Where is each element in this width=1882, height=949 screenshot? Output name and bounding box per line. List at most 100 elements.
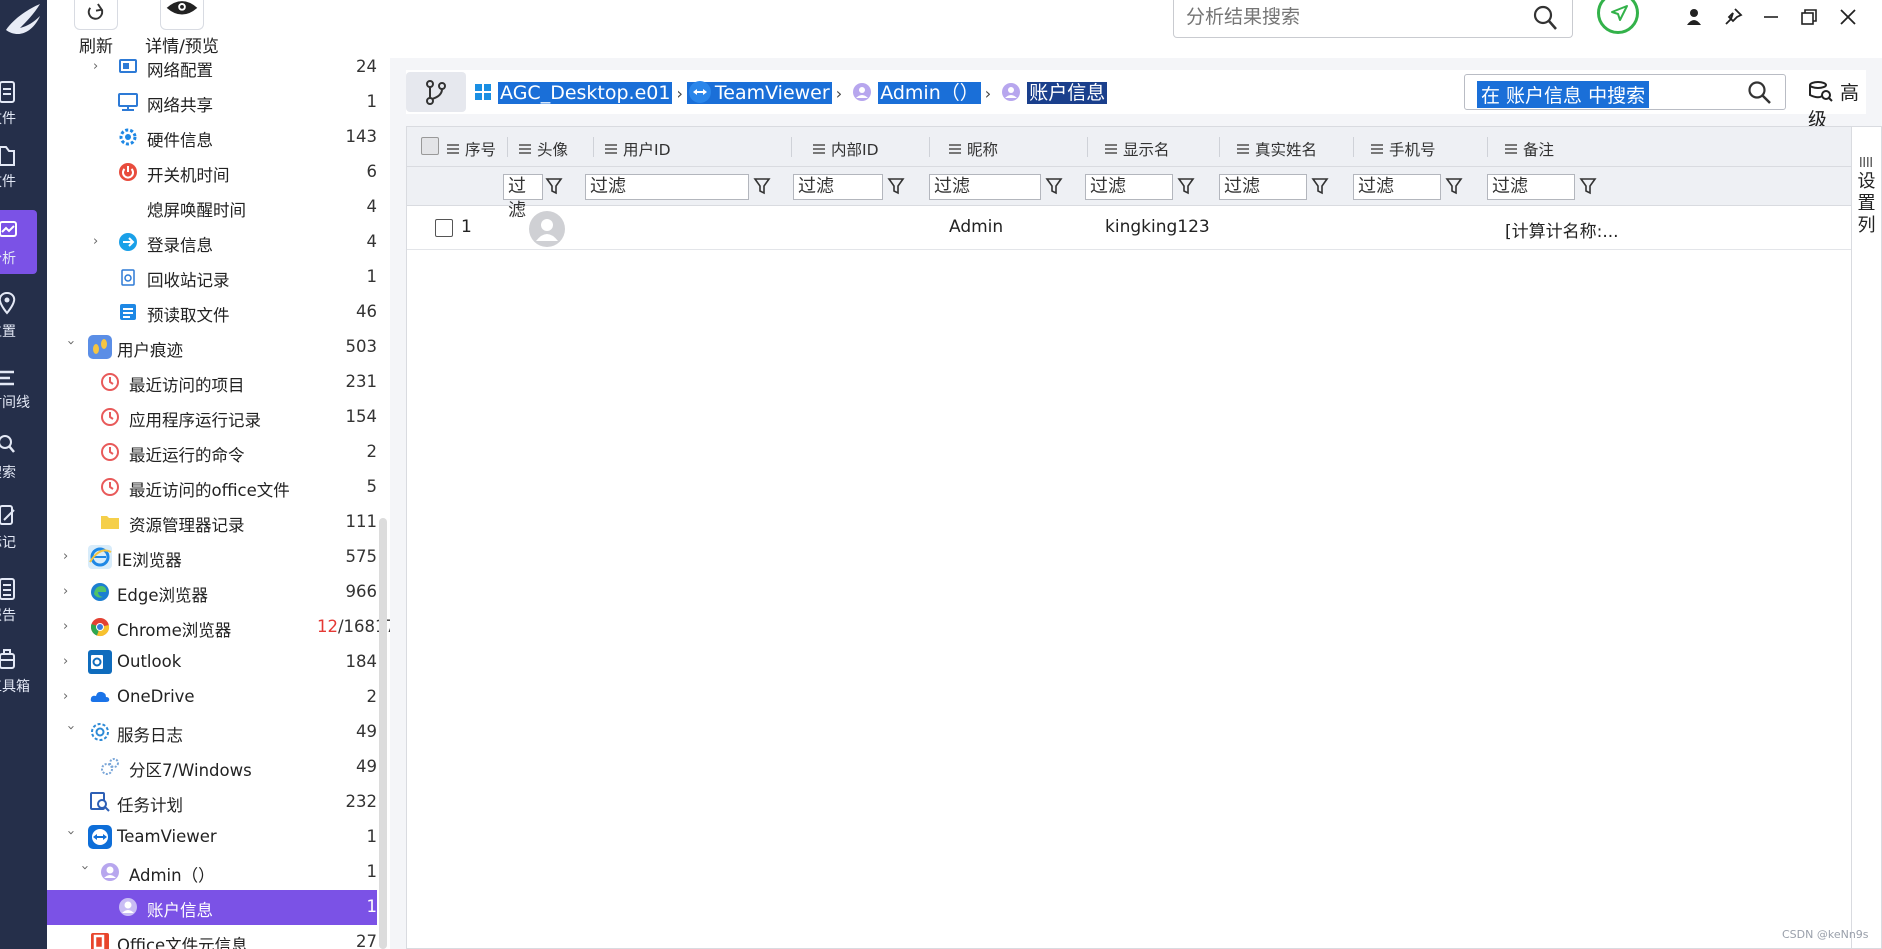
column-header-phone[interactable]: 手机号 — [1371, 138, 1436, 160]
column-separator[interactable] — [1353, 137, 1354, 157]
column-header-internal-id[interactable]: 内部ID — [813, 138, 879, 160]
filter-icon[interactable] — [887, 176, 905, 196]
tree-item-scheduled-tasks[interactable]: 任务计划 232 — [47, 785, 377, 820]
tree-item-service-log[interactable]: › 服务日志 49 — [47, 715, 377, 750]
tree-item-network-share[interactable]: 网络共享 1 — [47, 85, 377, 120]
chevron-right-icon[interactable]: › — [63, 689, 77, 705]
column-separator[interactable] — [1087, 137, 1088, 157]
chevron-down-icon[interactable]: › — [62, 340, 78, 354]
restore-icon[interactable] — [1798, 6, 1820, 28]
rail-item-timeline[interactable]: 时间线 — [0, 354, 47, 418]
tree-item-teamviewer[interactable]: › TeamViewer 1 — [47, 820, 377, 855]
tree-item-onedrive[interactable]: › OneDrive 2 — [47, 680, 377, 715]
filter-input-note[interactable]: 过滤 — [1487, 174, 1575, 200]
branch-view-button[interactable] — [406, 72, 466, 112]
pin-icon[interactable] — [1722, 6, 1744, 28]
analysis-search-input[interactable] — [1186, 2, 1516, 32]
rail-item-analysis[interactable]: 分析 — [0, 210, 37, 274]
breadcrumb-item-admin[interactable]: Admin（） — [878, 82, 981, 104]
filter-icon[interactable] — [1445, 176, 1463, 196]
breadcrumb-item-teamviewer[interactable]: TeamViewer — [712, 82, 832, 104]
column-separator[interactable] — [791, 137, 792, 157]
filter-icon[interactable] — [1177, 176, 1195, 196]
column-header-user-id[interactable]: 用户ID — [605, 138, 671, 160]
column-separator[interactable] — [593, 137, 594, 157]
tree-item-recent-office[interactable]: 最近访问的office文件 5 — [47, 470, 377, 505]
tree-item-app-run[interactable]: 应用程序运行记录 154 — [47, 400, 377, 435]
filter-icon[interactable] — [1045, 176, 1063, 196]
row-checkbox[interactable] — [435, 219, 453, 237]
search-icon[interactable] — [1747, 80, 1773, 106]
column-header-avatar[interactable]: 头像 — [519, 138, 568, 160]
chevron-right-icon[interactable]: › — [93, 59, 107, 75]
rail-item-report[interactable]: 报告 — [0, 567, 47, 631]
filter-icon[interactable] — [753, 176, 771, 196]
chevron-right-icon[interactable]: › — [63, 584, 77, 600]
filter-input-internal-id[interactable]: 过滤 — [793, 174, 883, 200]
tree-item-account-info[interactable]: 账户信息 1 — [47, 890, 377, 925]
filter-icon[interactable] — [1311, 176, 1329, 196]
column-header-real-name[interactable]: 真实姓名 — [1237, 138, 1317, 160]
chevron-down-icon[interactable]: › — [62, 830, 78, 844]
filter-input-phone[interactable]: 过滤 — [1353, 174, 1441, 200]
tree-item-partition-windows[interactable]: 分区7/Windows 49 — [47, 750, 377, 785]
column-header-note[interactable]: 备注 — [1505, 138, 1554, 160]
breadcrumb-item-image[interactable]: AGC_Desktop.e01 — [498, 82, 673, 104]
chevron-right-icon[interactable]: › — [63, 549, 77, 565]
column-separator[interactable] — [929, 137, 930, 157]
chevron-down-icon[interactable]: › — [62, 725, 78, 739]
tree-item-screen-wake[interactable]: 熄屏唤醒时间 4 — [47, 190, 377, 225]
tree-item-user-traces[interactable]: › 用户痕迹 503 — [47, 330, 377, 365]
refresh-button[interactable]: 刷新 — [71, 0, 121, 57]
rail-item-search[interactable]: 搜索 — [0, 424, 47, 488]
column-separator[interactable] — [507, 137, 508, 157]
tree-item-login-info[interactable]: › 登录信息 4 — [47, 225, 377, 260]
user-account-icon[interactable] — [1683, 6, 1705, 28]
advanced-search-button[interactable]: 高级 — [1808, 78, 1866, 132]
tree-item-recent-commands[interactable]: 最近运行的命令 2 — [47, 435, 377, 470]
filter-icon[interactable] — [1579, 176, 1597, 196]
minimize-icon[interactable] — [1760, 6, 1782, 28]
tree-item-outlook[interactable]: › Outlook 184 — [47, 645, 377, 680]
rail-item-toolbox[interactable]: 工具箱 — [0, 638, 47, 702]
chevron-right-icon[interactable]: › — [93, 234, 107, 250]
tree-item-office-meta[interactable]: Office文件元信息 27 — [47, 925, 377, 949]
rail-item-file-2[interactable]: 文件 — [0, 133, 47, 197]
filter-input-user-id[interactable]: 过滤 — [585, 174, 749, 200]
tree-item-power-time[interactable]: 开关机时间 6 — [47, 155, 377, 190]
tree-item-explorer-records[interactable]: 资源管理器记录 111 — [47, 505, 377, 540]
tree-scrollbar[interactable] — [379, 518, 387, 949]
column-header-nickname[interactable]: 昵称 — [949, 138, 998, 160]
filter-input-avatar[interactable]: 过滤 — [503, 174, 543, 221]
tree-item-admin[interactable]: › Admin（） 1 — [47, 855, 377, 890]
tree-item-recent-items[interactable]: 最近访问的项目 231 — [47, 365, 377, 400]
set-columns-button[interactable]: 设 置 列 — [1852, 126, 1882, 949]
filter-input-nickname[interactable]: 过滤 — [929, 174, 1041, 200]
column-separator[interactable] — [1487, 137, 1488, 157]
tree-item-prefetch[interactable]: 预读取文件 46 — [47, 295, 377, 330]
column-header-index[interactable]: 序号 — [447, 138, 496, 160]
tree-item-recycle-bin[interactable]: 回收站记录 1 — [47, 260, 377, 295]
search-icon[interactable] — [1532, 4, 1558, 32]
table-search-input[interactable]: 在 账户信息 中搜索 — [1477, 81, 1650, 108]
rail-item-bookmark[interactable]: 标记 — [0, 494, 47, 558]
tree-item-network-config[interactable]: › 网络配置 24 — [47, 50, 377, 85]
chevron-right-icon[interactable]: › — [63, 619, 77, 635]
tree-item-hardware-info[interactable]: 硬件信息 143 — [47, 120, 377, 155]
tree-item-chrome-browser[interactable]: › Chrome浏览器 12/16817 — [47, 610, 396, 645]
preview-button[interactable]: 详情/预览 — [137, 0, 227, 57]
filter-input-real-name[interactable]: 过滤 — [1219, 174, 1307, 200]
rail-item-location[interactable]: 位置 — [0, 283, 47, 347]
table-search-box[interactable]: 在 账户信息 中搜索 — [1464, 74, 1786, 110]
table-row[interactable]: 1 Admin kingking123 [计算计名称:... — [407, 206, 1851, 250]
breadcrumb-item-account-info[interactable]: 账户信息 — [1027, 82, 1108, 104]
tree-item-ie-browser[interactable]: › IE浏览器 575 — [47, 540, 377, 575]
location-send-button[interactable] — [1597, 0, 1639, 34]
column-header-display-name[interactable]: 显示名 — [1105, 138, 1170, 160]
filter-input-display-name[interactable]: 过滤 — [1085, 174, 1173, 200]
close-icon[interactable] — [1837, 6, 1859, 28]
chevron-down-icon[interactable]: › — [76, 865, 92, 879]
select-all-checkbox[interactable] — [421, 137, 439, 155]
tree-item-edge-browser[interactable]: › Edge浏览器 966 — [47, 575, 377, 610]
chevron-right-icon[interactable]: › — [63, 654, 77, 670]
